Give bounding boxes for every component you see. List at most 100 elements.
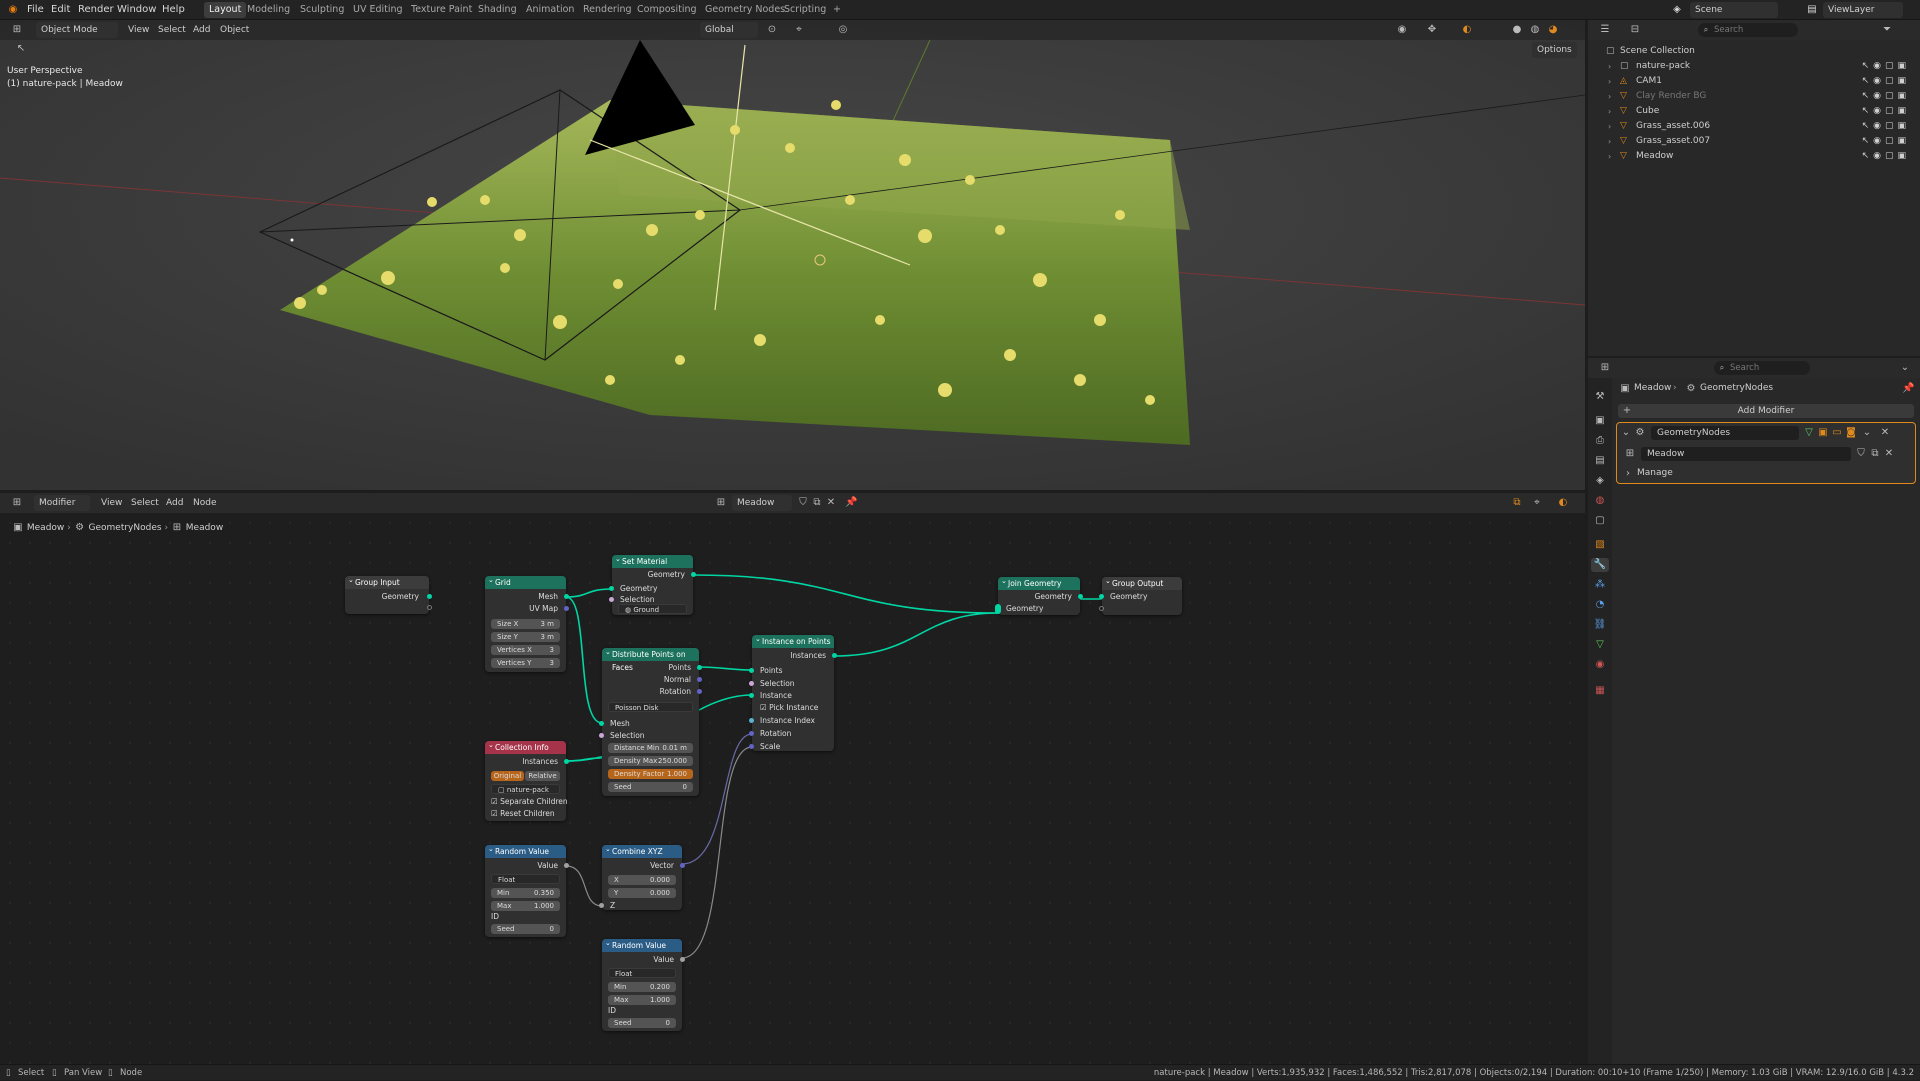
snap-icon[interactable]: ⌖ — [792, 23, 806, 37]
fake-user-icon[interactable]: ⛉ — [1855, 447, 1867, 461]
chevron-right-icon[interactable]: › — [1608, 74, 1611, 89]
socket-z-in[interactable] — [599, 903, 604, 908]
3d-viewport[interactable]: ⊞ Object Mode View Select Add Object Glo… — [0, 20, 1585, 490]
object-tab-icon[interactable]: ▧ — [1593, 538, 1607, 552]
chevron-down-icon[interactable]: ⌄ — [1861, 426, 1873, 440]
material-tab-icon[interactable]: ◉ — [1593, 658, 1607, 672]
node-group-output[interactable]: Group Output Geometry — [1099, 575, 1182, 615]
visibility-icon[interactable]: ◉ — [1395, 23, 1409, 37]
world-tab-icon[interactable]: ◍ — [1593, 494, 1607, 508]
socket-selection-in[interactable] — [599, 733, 604, 738]
outliner-item[interactable]: › ▽ Meadow ↖◉▢▣ — [1588, 149, 1920, 164]
original-toggle[interactable]: Original — [491, 771, 524, 781]
menu-file[interactable]: File — [27, 0, 44, 20]
view-layer-selector[interactable]: ViewLayer — [1823, 2, 1903, 18]
tab-shading[interactable]: Shading — [473, 2, 522, 18]
modifier-tab-icon[interactable]: 🔧 — [1591, 558, 1609, 572]
node-random-value-1[interactable]: Random Value Value Float Min0.350 Max1.0… — [485, 843, 569, 937]
tab-compositing[interactable]: Compositing — [632, 2, 702, 18]
node-group-selector[interactable]: Meadow — [732, 495, 792, 511]
outliner-item[interactable]: › ▽ Clay Render BG ↖◉▢▣ — [1588, 89, 1920, 104]
node-join-geometry[interactable]: Join Geometry Geometry Geometry — [995, 575, 1083, 615]
separate-children-checkbox[interactable]: ☑ Separate Children — [491, 797, 568, 806]
socket-instances-out[interactable] — [564, 759, 569, 764]
field-size-x[interactable]: Size X3 m — [491, 619, 560, 629]
outliner-root[interactable]: ▢ Scene Collection — [1588, 44, 1920, 59]
socket-mesh-out[interactable] — [564, 594, 569, 599]
snap-icon[interactable]: ⧉ — [1510, 496, 1524, 510]
relative-toggle[interactable]: Relative — [525, 771, 560, 781]
socket-uv-out[interactable] — [564, 606, 569, 611]
field-vertices-x[interactable]: Vertices X3 — [491, 645, 560, 655]
field-vertices-y[interactable]: Vertices Y3 — [491, 658, 560, 668]
pin-icon[interactable]: 📌 — [1902, 382, 1914, 396]
collection-field[interactable]: ▢ nature-pack — [491, 784, 560, 794]
physics-tab-icon[interactable]: ◔ — [1593, 598, 1607, 612]
chevron-down-icon[interactable]: ⌄ — [1898, 361, 1912, 375]
render-icon[interactable]: ◙ — [1845, 426, 1857, 440]
chevron-down-icon[interactable]: ⌄ — [1621, 426, 1631, 440]
node-combine-xyz[interactable]: Combine XYZ Vector X0.000 Y0.000 Z — [599, 843, 685, 910]
duplicate-icon[interactable]: ⧉ — [811, 496, 823, 510]
socket-selection-in[interactable] — [609, 597, 614, 602]
socket-mesh-in[interactable] — [599, 721, 604, 726]
visibility-toggles[interactable]: ↖◉▢▣ — [1862, 134, 1910, 149]
field-seed[interactable]: Seed 0 — [608, 1018, 676, 1028]
socket-normal-out[interactable] — [697, 677, 702, 682]
outliner-item[interactable]: › ▽ Grass_asset.007 ↖◉▢▣ — [1588, 134, 1920, 149]
overlay-icon[interactable]: ◐ — [1556, 496, 1570, 510]
tab-modeling[interactable]: Modeling — [242, 2, 295, 18]
close-icon[interactable]: ✕ — [1879, 426, 1891, 440]
node-group-input[interactable]: Group Input Geometry — [345, 574, 432, 614]
socket-geometry-multi-in[interactable] — [995, 604, 1001, 614]
chevron-right-icon[interactable]: › — [1608, 89, 1611, 104]
node-collection-info[interactable]: Collection Info Instances Original Relat… — [485, 739, 569, 821]
socket-scale-in[interactable] — [749, 744, 754, 749]
visibility-toggles[interactable]: ↖◉▢▣ — [1862, 149, 1910, 164]
fake-user-icon[interactable]: ⛉ — [797, 496, 809, 510]
socket-geometry-in[interactable] — [609, 586, 614, 591]
overlay-icon[interactable]: ◐ — [1460, 23, 1474, 37]
output-tab-icon[interactable]: ⎙ — [1593, 434, 1607, 448]
distribute-mode-dropdown[interactable]: Poisson Disk — [608, 702, 693, 712]
field-size-y[interactable]: Size Y3 m — [491, 632, 560, 642]
socket-rotation-in[interactable] — [749, 731, 754, 736]
chevron-right-icon[interactable]: › — [1623, 467, 1633, 481]
outliner-type-icon[interactable]: ☰ — [1598, 23, 1612, 37]
display-mode-icon[interactable]: ⊟ — [1628, 23, 1642, 37]
node-menu-node[interactable]: Node — [193, 495, 217, 511]
socket-selection-in[interactable] — [749, 681, 754, 686]
node-group-field[interactable]: Meadow — [1641, 447, 1851, 461]
tab-texture-paint[interactable]: Texture Paint — [406, 2, 477, 18]
cage-icon[interactable]: ▣ — [1817, 426, 1829, 440]
chevron-right-icon[interactable]: › — [1608, 104, 1611, 119]
object-mode-dropdown[interactable]: Object Mode — [36, 22, 118, 38]
socket-empty[interactable] — [427, 605, 432, 610]
tab-geometry-nodes[interactable]: Geometry Nodes — [700, 2, 790, 18]
outliner-item[interactable]: › ▽ Cube ↖◉▢▣ — [1588, 104, 1920, 119]
tool-select-icon[interactable]: ↖ — [14, 42, 28, 56]
field-y[interactable]: Y 0.000 — [608, 888, 676, 898]
socket-instance-in[interactable] — [749, 693, 754, 698]
constraints-tab-icon[interactable]: ⛓ — [1593, 618, 1607, 632]
viewport-menu-select[interactable]: Select — [158, 22, 186, 38]
socket-geometry-out[interactable] — [1078, 594, 1083, 599]
tab-rendering[interactable]: Rendering — [578, 2, 637, 18]
proportional-edit-icon[interactable]: ◎ — [836, 23, 850, 37]
shading-material-icon[interactable]: ◍ — [1528, 23, 1542, 37]
field-max[interactable]: Max 1.000 — [491, 901, 560, 911]
node-random-value-2[interactable]: Random Value Value Float Min0.200 Max1.0… — [602, 937, 685, 1031]
tab-scripting[interactable]: Scripting — [779, 2, 831, 18]
socket-points-out[interactable] — [697, 665, 702, 670]
tool-tab-icon[interactable]: ⚒ — [1593, 390, 1607, 404]
scene-selector[interactable]: Scene — [1690, 2, 1778, 18]
manage-subpanel[interactable]: Manage — [1637, 468, 1673, 478]
close-icon[interactable]: ✕ — [825, 496, 837, 510]
chevron-right-icon[interactable]: › — [1608, 149, 1611, 164]
outliner-item[interactable]: › ▽ Grass_asset.006 ↖◉▢▣ — [1588, 119, 1920, 134]
socket-points-in[interactable] — [749, 668, 754, 673]
socket-instance-index-in[interactable] — [749, 718, 754, 723]
chevron-right-icon[interactable]: › — [1608, 119, 1611, 134]
outliner-search-input[interactable]: Search — [1698, 23, 1798, 37]
collection-tab-icon[interactable]: ▢ — [1593, 514, 1607, 528]
